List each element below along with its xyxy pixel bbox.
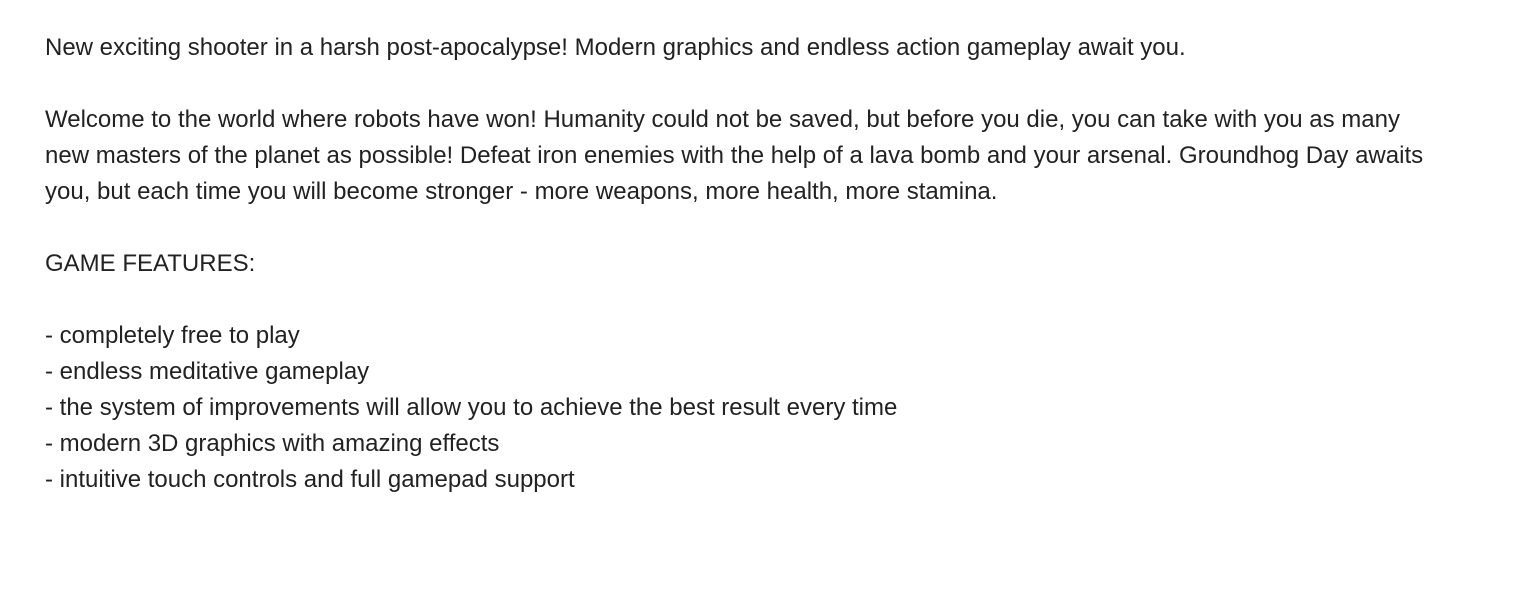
feature-item: - completely free to play bbox=[45, 322, 300, 349]
feature-item: - endless meditative gameplay bbox=[45, 358, 370, 385]
feature-item: - intuitive touch controls and full game… bbox=[45, 466, 575, 493]
features-heading: GAME FEATURES: bbox=[45, 250, 256, 277]
feature-item: - the system of improvements will allow … bbox=[45, 394, 898, 421]
intro-paragraph: New exciting shooter in a harsh post-apo… bbox=[45, 34, 1186, 61]
game-description: New exciting shooter in a harsh post-apo… bbox=[45, 30, 1445, 498]
story-paragraph: Welcome to the world where robots have w… bbox=[45, 106, 1424, 205]
feature-list: - completely free to play - endless medi… bbox=[45, 318, 1445, 498]
feature-item: - modern 3D graphics with amazing effect… bbox=[45, 430, 500, 457]
